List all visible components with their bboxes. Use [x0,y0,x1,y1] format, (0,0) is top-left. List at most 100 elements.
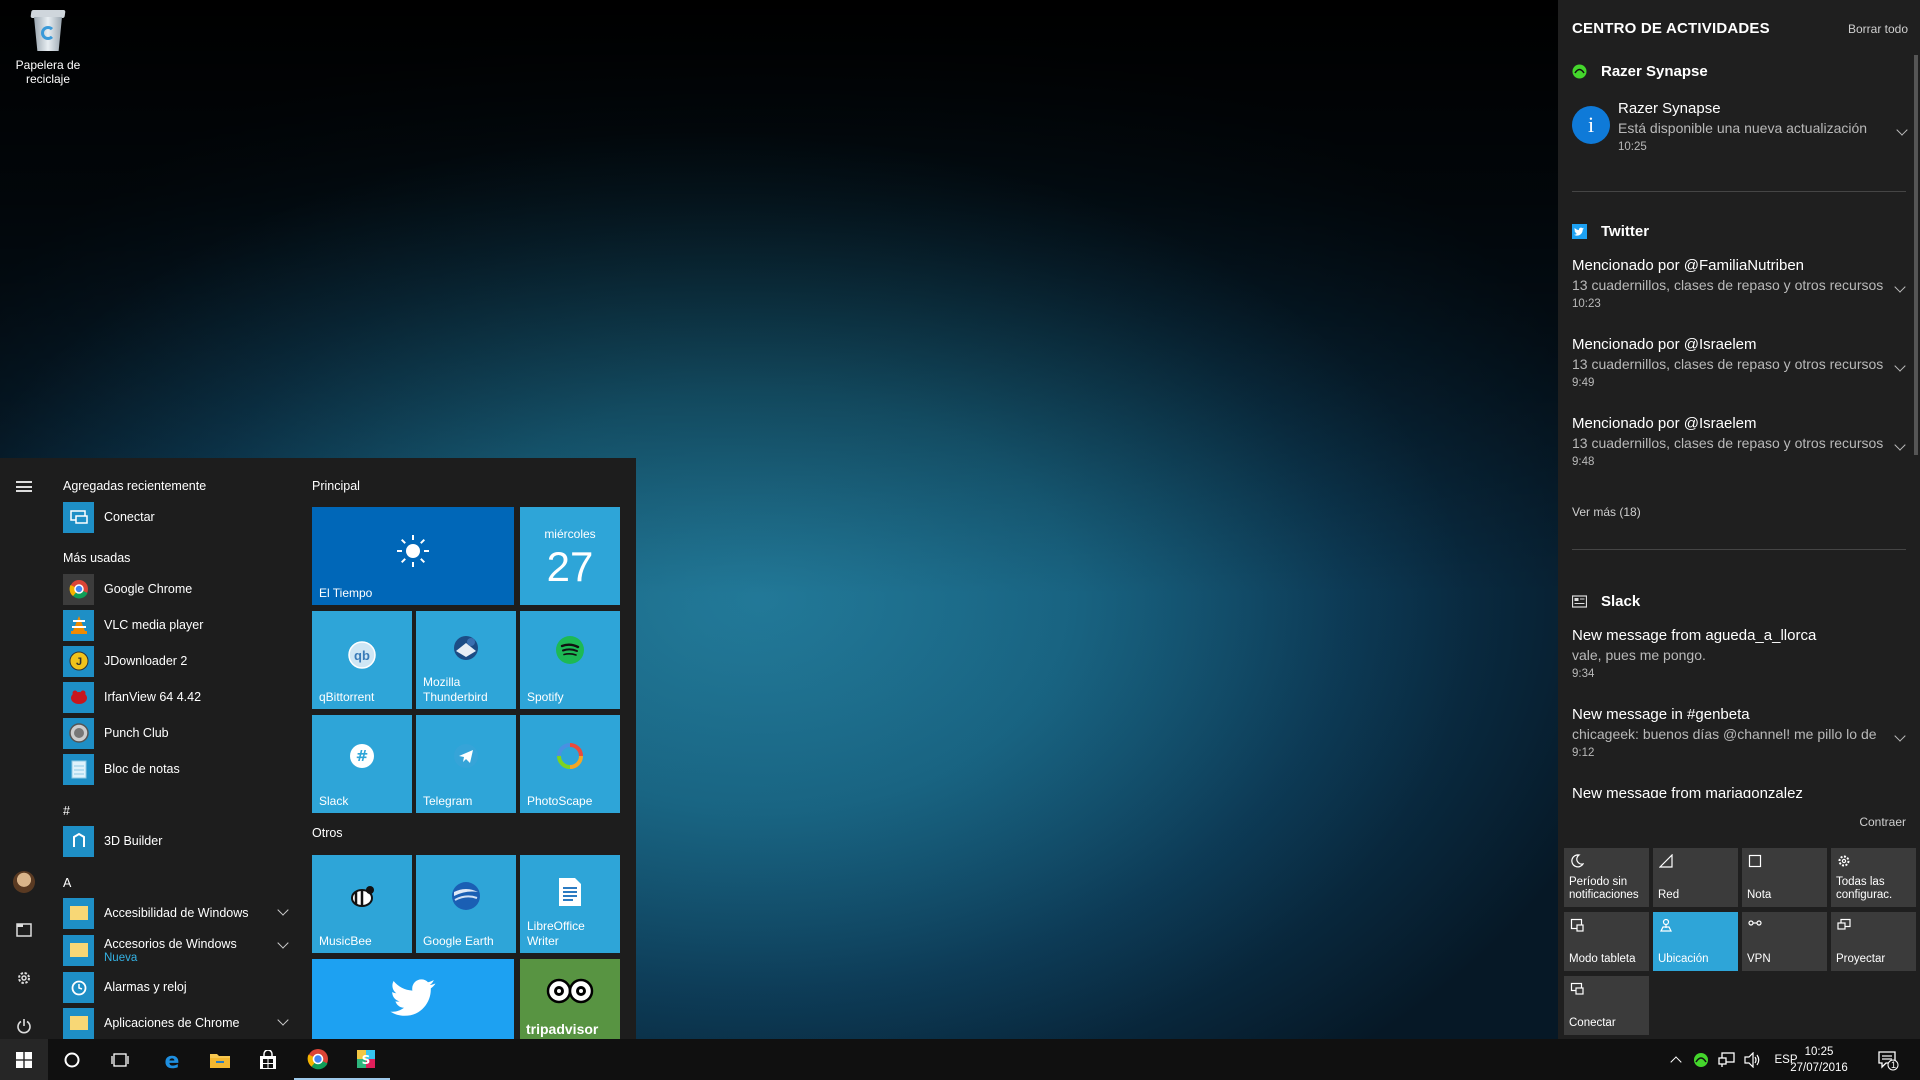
notification-time: 9:34 [1572,668,1595,680]
tile-photoscape[interactable]: PhotoScape [520,715,620,813]
notification-slack[interactable]: New message from agueda_a_llorca vale, p… [1572,627,1904,680]
notifications-list[interactable]: Razer Synapse i Razer Synapse Está dispo… [1558,50,1920,798]
svg-text:J: J [75,656,81,668]
app-label: Bloc de notas [104,762,180,776]
connect-icon [1569,981,1585,997]
quick-action-network[interactable]: Red [1653,848,1738,907]
tile-slack[interactable]: # Slack [312,715,412,813]
settings-button[interactable] [0,958,48,998]
vlc-icon [63,609,94,641]
calendar-date: 27 [546,543,594,590]
volume-tray-button[interactable] [1740,1039,1766,1080]
razer-tray-button[interactable] [1688,1039,1714,1080]
tile-label: qBittorrent [319,690,375,704]
chevron-down-icon [277,1014,289,1026]
start-menu: Agregadas recientemente Conectar Más usa… [0,458,636,1039]
cortana-icon [64,1052,80,1067]
razer-group-header[interactable]: Razer Synapse [1572,63,1708,80]
clock-time: 10:25 [1804,1046,1834,1058]
tile-google-earth[interactable]: Google Earth [416,855,516,953]
app-label: VLC media player [104,618,204,632]
store-button[interactable] [244,1039,292,1080]
expand-button[interactable] [0,466,48,506]
app-item-chrome[interactable]: Google Chrome [63,573,293,605]
slack-icon: S [357,1049,375,1068]
tile-twitter[interactable] [312,959,514,1039]
recycle-bin[interactable]: Papelera de reciclaje [10,6,86,86]
action-center: CENTRO DE ACTIVIDADES Borrar todo Razer … [1558,0,1920,1039]
recycle-bin-label: Papelera de reciclaje [15,58,81,86]
google-earth-icon [450,880,482,912]
app-item-accesorios[interactable]: Accesorios de Windows Nueva [63,933,293,967]
app-item-accesibilidad[interactable]: Accesibilidad de Windows [63,897,293,929]
file-explorer-button[interactable] [196,1039,244,1080]
show-hidden-icons-button[interactable] [1664,1039,1688,1080]
quick-action-tablet-mode[interactable]: Modo tableta [1564,912,1649,971]
chevron-down-icon[interactable] [1894,281,1906,293]
quick-action-settings[interactable]: Todas las configurac. [1831,848,1916,907]
chrome-taskbar-button[interactable] [294,1039,342,1080]
chevron-down-icon [277,937,289,949]
quick-action-note[interactable]: Nota [1742,848,1827,907]
clock[interactable]: 10:25 27/07/2016 [1784,1044,1854,1076]
user-button[interactable] [0,862,48,902]
app-item-vlc[interactable]: VLC media player [63,609,293,641]
tile-qbittorrent[interactable]: qb qBittorrent [312,611,412,709]
notification-slack[interactable]: New message from mariagonzalez [1572,785,1904,798]
collapse-button[interactable]: Contraer [1859,815,1906,829]
app-item-punch-club[interactable]: Punch Club [63,717,293,749]
notification-time: 10:23 [1572,298,1601,310]
app-item-conectar[interactable]: Conectar [63,501,293,533]
svg-text:e: e [165,1049,180,1071]
explorer-button[interactable] [0,910,48,950]
task-view-button[interactable] [96,1039,144,1080]
network-tray-button[interactable] [1714,1039,1740,1080]
quick-action-label: Todas las configurac. [1836,876,1893,901]
tile-spotify[interactable]: Spotify [520,611,620,709]
tile-libreoffice-writer[interactable]: LibreOffice Writer [520,855,620,953]
start-button[interactable] [0,1039,48,1080]
twitter-group-header[interactable]: Twitter [1572,223,1649,240]
notification-razer[interactable]: i Razer Synapse Está disponible una nuev… [1572,100,1908,153]
slack-group-header[interactable]: Slack [1572,593,1640,610]
app-item-alarmas[interactable]: Alarmas y reloj [63,971,293,1003]
see-more-link[interactable]: Ver más (18) [1572,505,1641,519]
app-item-notepad[interactable]: Bloc de notas [63,753,293,785]
scrollbar[interactable] [1914,55,1918,455]
tile-calendar[interactable]: miércoles 27 [520,507,620,605]
notification-twitter[interactable]: Mencionado por @FamiliaNutriben 13 cuade… [1572,257,1906,310]
notification-twitter[interactable]: Mencionado por @Israelem 13 cuadernillos… [1572,336,1906,389]
quick-action-connect[interactable]: Conectar [1564,976,1649,1035]
quick-action-location[interactable]: Ubicación [1653,912,1738,971]
tile-thunderbird[interactable]: Mozilla Thunderbird [416,611,516,709]
quick-action-project[interactable]: Proyectar [1831,912,1916,971]
tile-label: Mozilla Thunderbird [423,675,488,704]
tile-tripadvisor[interactable]: tripadvisor [520,959,620,1039]
notification-twitter[interactable]: Mencionado por @Israelem 13 cuadernillos… [1572,415,1906,468]
notification-title: Mencionado por @Israelem [1572,336,1757,353]
tile-musicbee[interactable]: MusicBee [312,855,412,953]
tile-label: PhotoScape [527,794,593,808]
action-center-title: CENTRO DE ACTIVIDADES [1572,20,1770,37]
hash-header[interactable]: # [63,804,70,818]
chevron-down-icon[interactable] [1894,730,1906,742]
a-header[interactable]: A [63,876,71,890]
cortana-button[interactable] [48,1039,96,1080]
quick-action-vpn[interactable]: VPN [1742,912,1827,971]
slack-taskbar-button[interactable]: S [342,1039,390,1080]
notification-slack[interactable]: New message in #genbeta chicageek: bueno… [1572,706,1906,759]
action-center-button[interactable]: 1 [1864,1039,1912,1080]
app-item-chrome-apps[interactable]: Aplicaciones de Chrome [63,1007,293,1039]
chevron-down-icon[interactable] [1896,124,1908,136]
app-item-3d-builder[interactable]: 3D Builder [63,825,293,857]
chevron-down-icon[interactable] [1894,360,1906,372]
clear-all-button[interactable]: Borrar todo [1848,22,1908,36]
tile-telegram[interactable]: Telegram [416,715,516,813]
app-item-jdownloader[interactable]: J JDownloader 2 [63,645,293,677]
chevron-down-icon[interactable] [1894,439,1906,451]
app-item-irfanview[interactable]: IrfanView 64 4.42 [63,681,293,713]
tile-weather[interactable]: El Tiempo [312,507,514,605]
edge-button[interactable]: e [148,1039,196,1080]
svg-text:#: # [356,747,369,765]
quick-action-quiet-hours[interactable]: Período sin notificaciones [1564,848,1649,907]
